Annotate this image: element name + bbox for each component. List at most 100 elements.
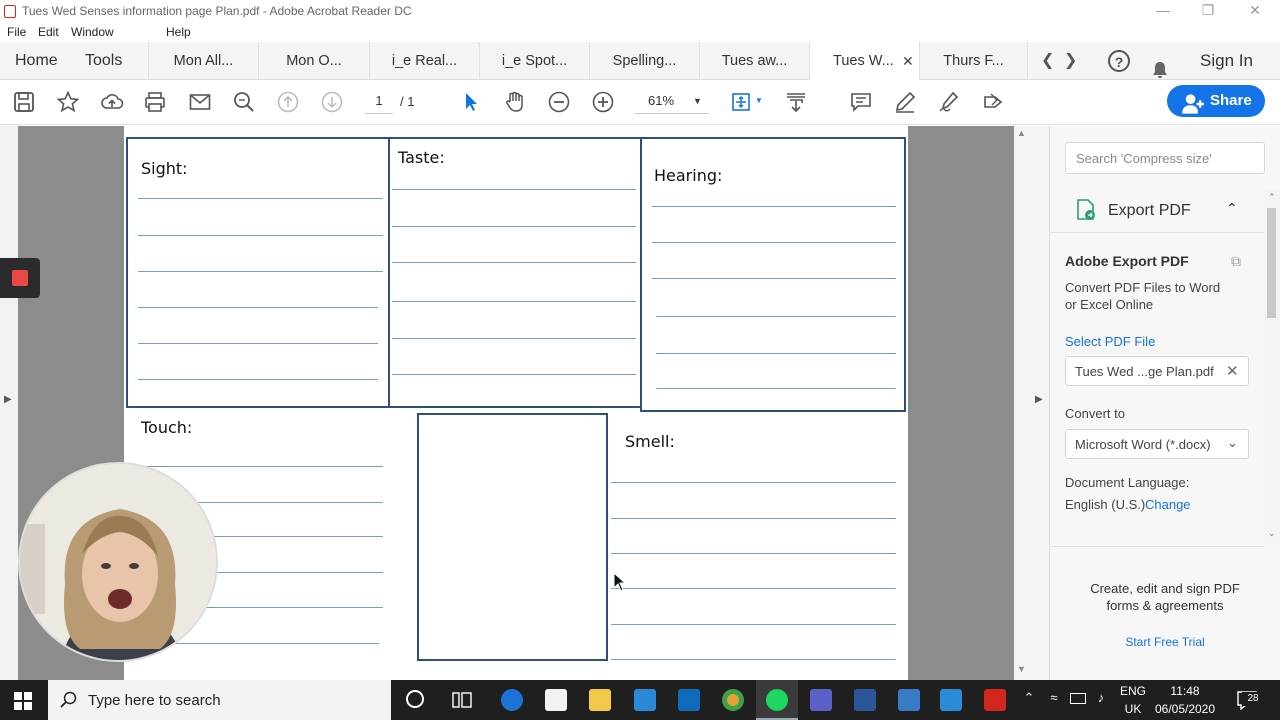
right-panel-scrollbar[interactable]: ⌃ ⌄	[1264, 190, 1280, 545]
convert-to-label: Convert to	[1065, 406, 1125, 421]
chrome-icon[interactable]	[722, 689, 744, 711]
tab-doc[interactable]: Thurs F...	[920, 42, 1028, 80]
help-icon[interactable]: ?	[1108, 50, 1130, 72]
highlight-pen-icon[interactable]	[893, 90, 919, 114]
page-number-input[interactable]: 1	[365, 88, 393, 114]
tab-doc[interactable]: Tues aw...	[700, 42, 810, 80]
tab-doc[interactable]: Mon O...	[259, 42, 370, 80]
fit-page-icon[interactable]	[729, 90, 755, 114]
sign-in-link[interactable]: Sign In	[1200, 42, 1253, 80]
restore-button[interactable]: ❐	[1193, 2, 1223, 19]
remote-desktop-icon[interactable]	[898, 689, 920, 711]
menu-help[interactable]: Help	[166, 25, 191, 39]
tab-doc[interactable]: i_e Real...	[370, 42, 480, 80]
scroll-up-icon[interactable]: ⌃	[1268, 192, 1276, 203]
change-language-link[interactable]: Change	[1145, 497, 1191, 512]
windows-start-icon[interactable]	[14, 692, 32, 710]
search-icon[interactable]	[232, 90, 258, 114]
acrobat-taskbar-icon[interactable]	[984, 689, 1006, 711]
sign-icon[interactable]	[937, 90, 963, 114]
tab-tools[interactable]: Tools	[85, 42, 122, 80]
edge-icon[interactable]	[501, 689, 523, 711]
scroll-down-icon[interactable]: ▼	[1017, 664, 1026, 674]
wifi-icon[interactable]: ≈	[1045, 690, 1063, 705]
ruled-line	[392, 338, 636, 339]
scroll-mode-icon[interactable]	[784, 90, 810, 114]
right-panel-collapse-strip[interactable]: ▶	[1030, 126, 1050, 680]
share-button[interactable]: Share	[1167, 85, 1265, 117]
menu-file[interactable]: File	[7, 25, 26, 39]
clock-time[interactable]: 11:48	[1150, 684, 1220, 698]
star-icon[interactable]	[56, 90, 82, 114]
zoom-select[interactable]: 61% ▼	[634, 88, 709, 114]
hearing-heading: Hearing:	[654, 166, 723, 185]
word-icon[interactable]	[854, 689, 876, 711]
cortana-icon[interactable]	[406, 690, 424, 708]
tab-doc-active[interactable]: Tues W... ✕	[810, 42, 920, 81]
select-cursor-icon[interactable]	[459, 90, 485, 114]
close-tab-icon[interactable]: ✕	[902, 42, 914, 80]
notification-count-badge: 28	[1242, 692, 1264, 706]
record-stop-button[interactable]	[0, 258, 40, 298]
print-icon[interactable]	[143, 90, 169, 114]
scroll-down-icon[interactable]: ⌄	[1268, 528, 1276, 539]
file-explorer-icon[interactable]	[589, 689, 611, 711]
title-bar: Tues Wed Senses information page Plan.pd…	[0, 0, 1280, 24]
menu-window[interactable]: Window	[71, 25, 114, 39]
taskbar-search-input[interactable]: Type here to search	[48, 680, 391, 720]
upload-cloud-icon[interactable]	[100, 90, 126, 114]
scroll-up-icon[interactable]: ▲	[1017, 128, 1026, 138]
clear-file-icon[interactable]: ✕	[1226, 362, 1239, 380]
task-view-icon[interactable]	[452, 691, 472, 709]
convert-to-select[interactable]: Microsoft Word (*.docx) ⌄	[1065, 429, 1249, 459]
spotify-icon[interactable]	[766, 689, 788, 711]
tool-search-input[interactable]: Search 'Compress size'	[1065, 142, 1265, 174]
collapse-right-panel-icon[interactable]: ▶	[1035, 394, 1043, 405]
battery-icon[interactable]	[1070, 693, 1086, 704]
photos-icon[interactable]	[940, 689, 962, 711]
start-free-trial-link[interactable]: Start Free Trial	[1050, 635, 1280, 649]
volume-icon[interactable]: ♪	[1092, 690, 1110, 705]
fit-dropdown-icon[interactable]: ▼	[755, 96, 763, 105]
presenter-video	[20, 464, 216, 660]
zoom-in-icon[interactable]	[591, 90, 617, 114]
tab-scroll-right-icon[interactable]: ❯	[1064, 42, 1077, 80]
teams-icon[interactable]	[810, 689, 832, 711]
scroll-thumb[interactable]	[1267, 208, 1276, 318]
tab-doc[interactable]: Mon All...	[148, 42, 259, 80]
expand-left-panel-icon[interactable]: ▶	[4, 394, 12, 405]
fill-sign-icon[interactable]	[981, 90, 1007, 114]
copy-icon[interactable]: ⧉	[1231, 253, 1241, 270]
email-icon[interactable]	[188, 90, 214, 114]
page-down-icon[interactable]	[320, 90, 346, 114]
language-indicator[interactable]: ENG	[1116, 684, 1150, 698]
hand-tool-icon[interactable]	[503, 90, 529, 114]
adobe-export-title: Adobe Export PDF	[1065, 253, 1189, 269]
zoom-out-icon[interactable]	[547, 90, 573, 114]
close-button[interactable]: ✕	[1240, 2, 1270, 19]
chevron-down-icon: ▼	[693, 96, 702, 106]
minimize-button[interactable]: —	[1148, 2, 1178, 18]
menu-edit[interactable]: Edit	[38, 25, 59, 39]
save-icon[interactable]	[12, 90, 38, 114]
chevron-up-icon[interactable]: ⌃	[1226, 200, 1238, 217]
export-pdf-header[interactable]: Export PDF ⌃	[1050, 188, 1264, 232]
webcam-overlay[interactable]	[18, 462, 218, 662]
outlook-icon[interactable]	[678, 689, 700, 711]
tab-home[interactable]: Home	[15, 42, 58, 80]
chevron-up-icon[interactable]: ⌃	[1022, 690, 1036, 706]
document-scrollbar[interactable]: ▲ ▼	[1014, 126, 1030, 680]
select-pdf-file-label[interactable]: Select PDF File	[1065, 334, 1155, 349]
clock-date[interactable]: 06/05/2020	[1150, 702, 1220, 716]
page-up-icon[interactable]	[276, 90, 302, 114]
ruled-line	[138, 235, 383, 236]
language-indicator[interactable]: UK	[1116, 702, 1150, 716]
tab-doc[interactable]: i_e Spot...	[480, 42, 590, 80]
selected-file-field[interactable]: Tues Wed ...ge Plan.pdf ✕	[1065, 356, 1249, 386]
tab-doc[interactable]: Spelling...	[590, 42, 700, 80]
promo-text: forms & agreements	[1106, 598, 1224, 613]
tab-scroll-left-icon[interactable]: ❮	[1041, 42, 1054, 80]
store-icon[interactable]	[545, 689, 567, 711]
mail-icon[interactable]	[634, 689, 656, 711]
comment-icon[interactable]	[849, 90, 875, 114]
